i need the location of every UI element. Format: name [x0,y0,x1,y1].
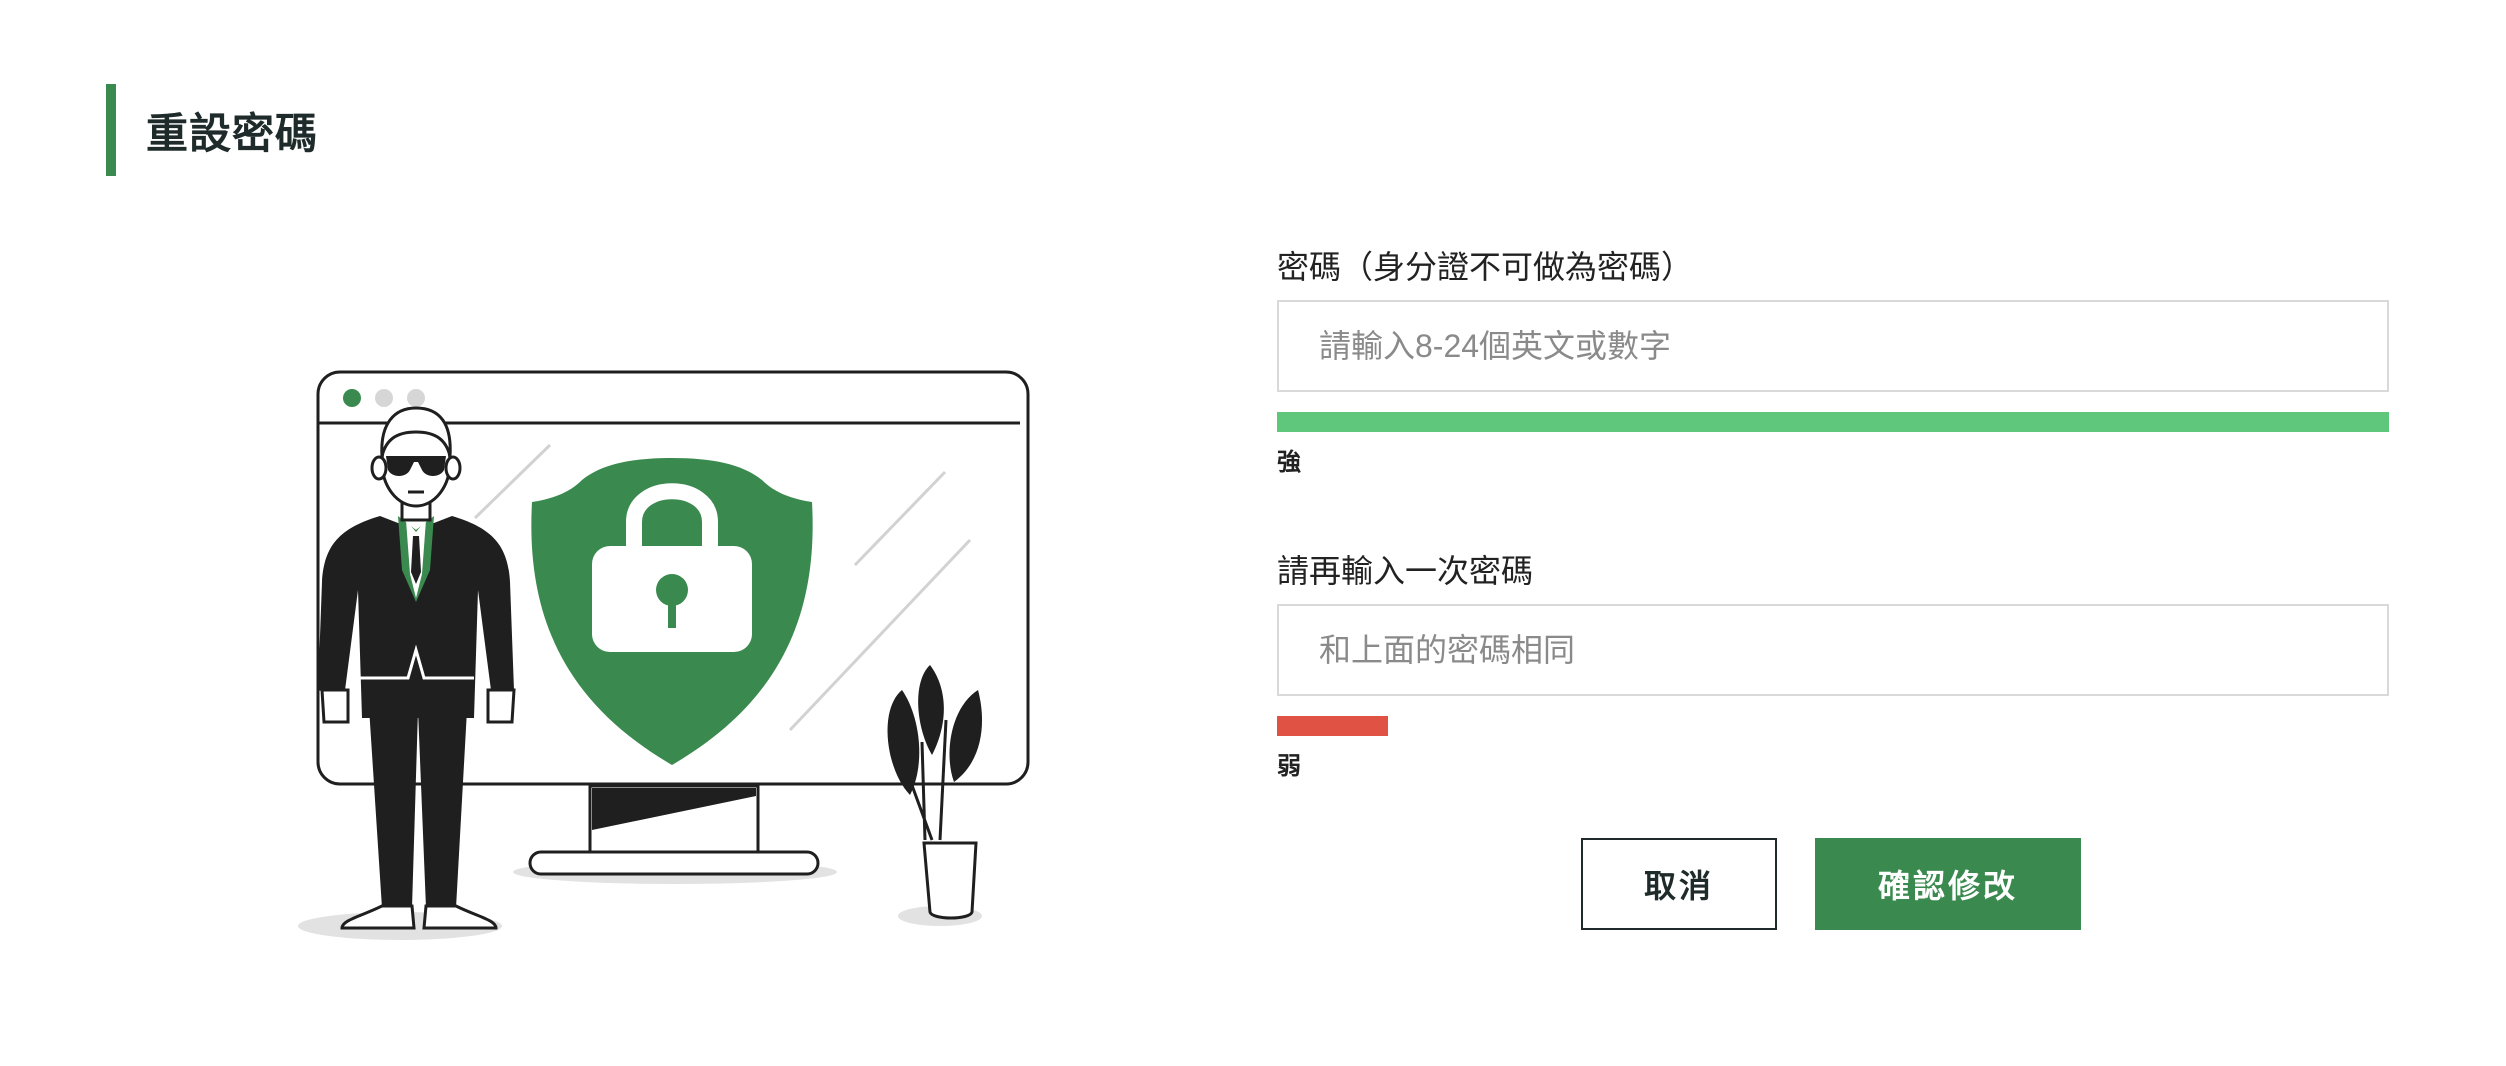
password-label: 密碼（身分證不可做為密碼） [1277,249,1694,285]
confirm-change-button[interactable]: 確認修改 [1815,838,2081,930]
confirm-password-input[interactable] [1277,604,2389,696]
password-strength-fill [1277,412,2389,432]
password-strength-meter [1277,412,2389,432]
confirm-strength-meter [1277,716,2389,736]
confirm-strength-fill [1277,716,1389,736]
page-title: 重設密碼 [146,109,319,157]
potted-plant-icon [887,665,983,920]
confirm-strength-label: 弱 [1277,753,1301,780]
password-strength-label: 強 [1277,449,1301,476]
security-illustration [298,370,1030,940]
title-accent-bar [106,84,116,176]
page-header: 重設密碼 [106,84,318,176]
monitor-stand-icon [528,784,820,876]
confirm-password-label: 請再輸入一次密碼 [1277,553,1534,589]
password-input[interactable] [1277,300,2389,392]
cancel-button[interactable]: 取消 [1581,838,1777,930]
